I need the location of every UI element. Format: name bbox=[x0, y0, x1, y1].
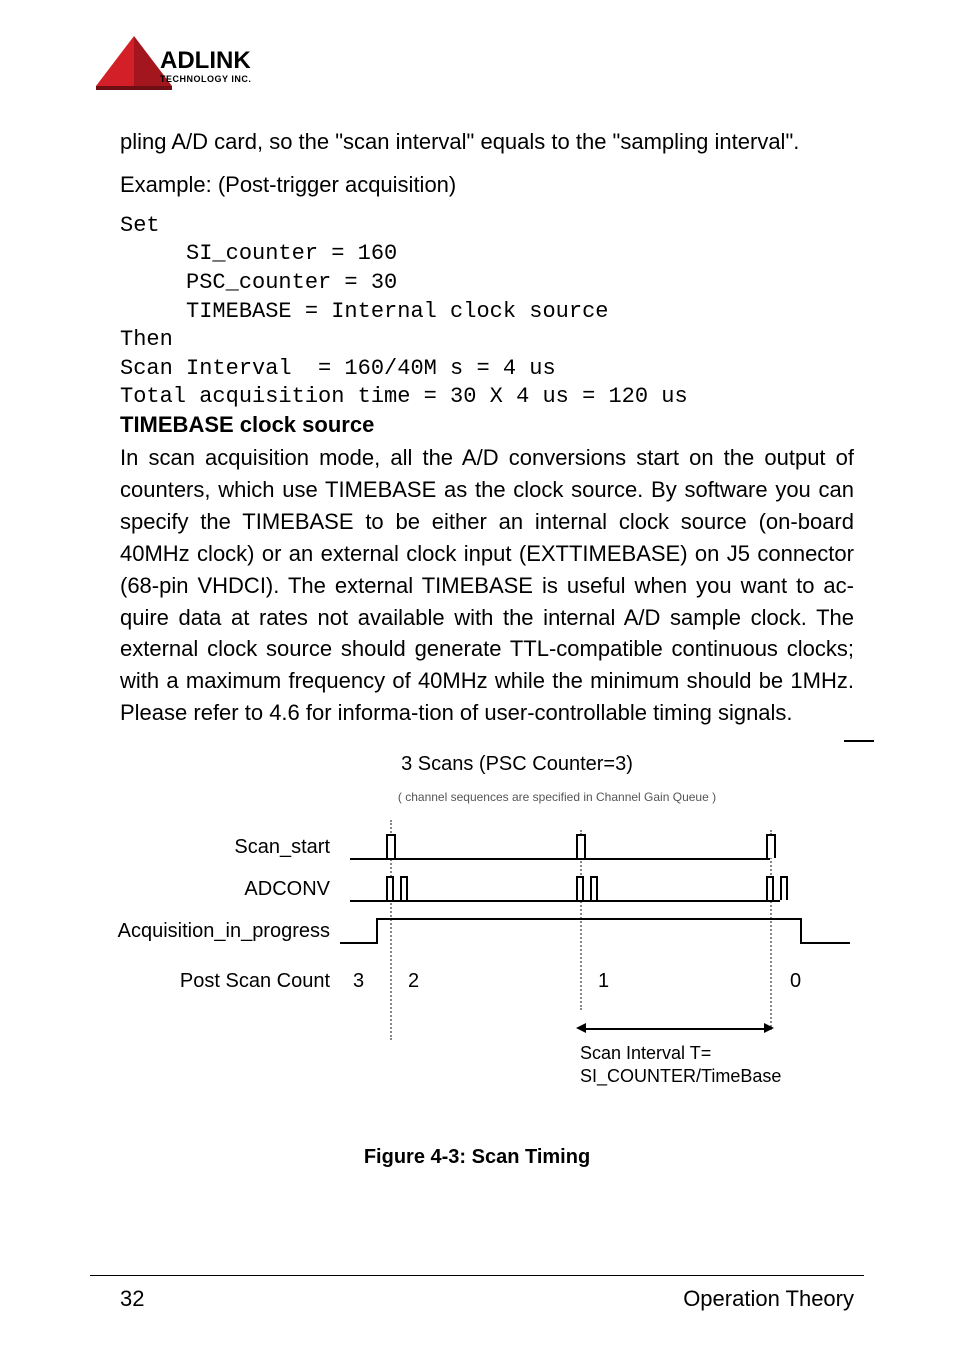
adconv-p2a bbox=[576, 876, 584, 900]
label-adconv: ADCONV bbox=[90, 878, 330, 901]
count-3: 3 bbox=[353, 970, 364, 993]
timing-area: Scan_start ADCONV Acquisition_in_progres… bbox=[90, 820, 864, 1110]
scan-interval-arrow bbox=[580, 1028, 770, 1030]
logo-svg: ADLINK TECHNOLOGY INC. bbox=[90, 30, 280, 96]
acq-high bbox=[376, 918, 800, 920]
paragraph-timebase: In scan acquisition mode, all the A/D co… bbox=[120, 442, 854, 729]
dash-right bbox=[844, 740, 874, 742]
label-scan-start: Scan_start bbox=[90, 836, 330, 859]
acq-low-pre bbox=[340, 942, 376, 944]
count-1: 1 bbox=[598, 970, 609, 993]
page-number: 32 bbox=[120, 1286, 144, 1312]
diagram-subtitle: ( channel sequences are specified in Cha… bbox=[250, 790, 864, 804]
count-2: 2 bbox=[408, 970, 419, 993]
logo-brand-top: ADLINK bbox=[160, 47, 251, 74]
adconv-p3a bbox=[766, 876, 774, 900]
arrow-right-icon bbox=[764, 1023, 774, 1033]
acq-rise bbox=[376, 918, 378, 944]
adconv-p3b bbox=[780, 876, 788, 900]
adconv-p1b bbox=[400, 876, 408, 900]
acq-fall bbox=[800, 918, 802, 944]
label-postscan: Post Scan Count bbox=[90, 970, 330, 993]
count-0: 0 bbox=[790, 970, 801, 993]
scan-interval-label: Scan Interval T= SI_COUNTER/TimeBase bbox=[580, 1042, 781, 1089]
pulse-scan-2 bbox=[576, 834, 586, 858]
paragraph-continuation: pling A/D card, so the "scan interval" e… bbox=[120, 126, 854, 158]
line-scan-start bbox=[350, 858, 770, 860]
document-page: ADLINK TECHNOLOGY INC. pling A/D card, s… bbox=[0, 0, 954, 1352]
adconv-p1a bbox=[386, 876, 394, 900]
pulse-scan-1 bbox=[386, 834, 396, 858]
example-label: Example: (Post-trigger acquisition) bbox=[120, 172, 864, 198]
adlink-logo: ADLINK TECHNOLOGY INC. bbox=[90, 30, 864, 96]
diagram-title: 3 Scans (PSC Counter=3) bbox=[170, 753, 864, 776]
logo-brand-bottom: TECHNOLOGY INC. bbox=[160, 74, 251, 84]
vguide-3 bbox=[770, 830, 772, 1030]
code-block: Set SI_counter = 160 PSC_counter = 30 TI… bbox=[120, 212, 864, 412]
line-adconv bbox=[350, 900, 780, 902]
figure-caption: Figure 4-3: Scan Timing bbox=[90, 1146, 864, 1169]
label-acq: Acquisition_in_progress bbox=[90, 920, 330, 943]
section-name: Operation Theory bbox=[683, 1286, 854, 1312]
page-footer: 32 Operation Theory bbox=[90, 1275, 864, 1312]
timing-diagram: 3 Scans (PSC Counter=3) ( channel sequen… bbox=[90, 753, 864, 1169]
pulse-scan-3 bbox=[766, 834, 776, 858]
arrow-left-icon bbox=[576, 1023, 586, 1033]
adconv-p2b bbox=[590, 876, 598, 900]
acq-low-post bbox=[800, 942, 850, 944]
heading-timebase: TIMEBASE clock source bbox=[120, 412, 864, 438]
